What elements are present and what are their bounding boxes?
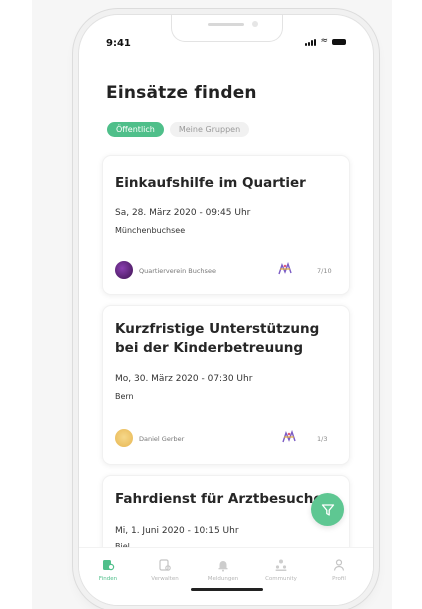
nav-label: Meldungen — [207, 576, 239, 582]
tab-public[interactable]: Öffentlich — [107, 122, 164, 137]
home-indicator[interactable] — [191, 588, 263, 591]
nav-label: Finden — [98, 576, 118, 582]
skills-icon — [282, 430, 296, 443]
task-card[interactable]: Kurzfristige Unterstützung bei der Kinde… — [102, 305, 350, 465]
organizer-avatar — [115, 261, 133, 279]
status-time: 9:41 — [106, 38, 131, 49]
task-location: Bern — [115, 392, 134, 401]
organizer-avatar — [115, 429, 133, 447]
nav-label: Profil — [332, 576, 346, 582]
front-camera — [252, 21, 258, 27]
nav-label: Verwalten — [151, 576, 179, 582]
page-title: Einsätze finden — [106, 83, 257, 103]
organizer-name: Daniel Gerber — [139, 435, 185, 443]
task-title: Fahrdienst für Arztbesuche — [115, 491, 323, 507]
nav-item-meldungen[interactable]: Meldungen — [200, 558, 246, 582]
phone-screen: 9:41 ≈ Einsätze finden Öffentlich Meine … — [78, 14, 374, 606]
task-date: Mi, 1. Juni 2020 - 10:15 Uhr — [115, 526, 239, 536]
filter-icon — [321, 503, 334, 516]
tab-my-groups[interactable]: Meine Gruppen — [169, 122, 250, 137]
task-location: Münchenbuchsee — [115, 226, 186, 235]
filter-tabs: Öffentlich Meine Gruppen — [107, 122, 250, 137]
status-icons: ≈ — [305, 37, 346, 46]
nav-item-verwalten[interactable]: Verwalten — [142, 558, 188, 582]
task-date: Mo, 30. März 2020 - 07:30 Uhr — [115, 374, 253, 384]
task-date: Sa, 28. März 2020 - 09:45 Uhr — [115, 208, 251, 218]
phone-notch — [171, 15, 283, 42]
nav-item-finden[interactable]: Finden — [85, 558, 131, 582]
bottom-navigation: Finden Verwalten Meldungen Community Pro… — [79, 547, 373, 605]
bell-icon — [218, 561, 228, 572]
speaker-grille — [208, 23, 244, 26]
task-title: Kurzfristige Unterstützung bei der Kinde… — [115, 321, 320, 356]
participants-count: 7/10 — [317, 267, 332, 275]
wifi-icon: ≈ — [320, 36, 328, 46]
manage-icon — [159, 559, 171, 571]
nav-item-community[interactable]: Community — [258, 558, 304, 582]
task-card[interactable]: Einkaufshilfe im Quartier Sa, 28. März 2… — [102, 155, 350, 295]
signal-icon — [305, 39, 317, 46]
nav-label: Community — [265, 576, 297, 582]
organizer-name: Quartierverein Buchsee — [139, 267, 216, 275]
community-icon — [275, 559, 287, 571]
participants-count: 1/3 — [317, 435, 328, 443]
task-title: Einkaufshilfe im Quartier — [115, 175, 306, 191]
skills-icon — [278, 262, 292, 275]
battery-icon — [332, 39, 346, 45]
profile-icon — [333, 559, 345, 571]
search-task-icon — [103, 560, 115, 571]
nav-item-profil[interactable]: Profil — [316, 558, 362, 582]
filter-button[interactable] — [311, 493, 344, 526]
